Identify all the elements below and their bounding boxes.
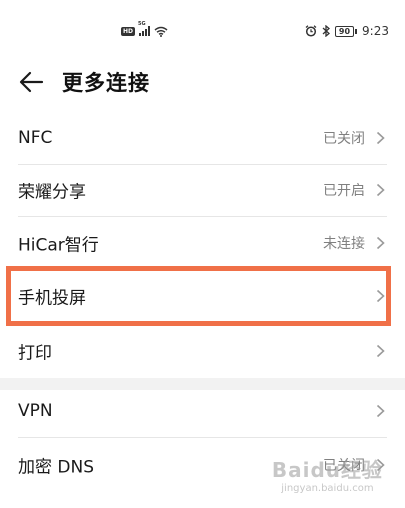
list-item-label: 加密 DNS [18,457,95,478]
battery-icon: 90 [334,25,358,37]
list-item-honor-share[interactable]: 荣耀分享 已开启 [18,165,387,215]
chevron-right-icon [376,236,385,250]
wifi-icon [154,26,168,37]
list-item-label: 手机投屏 [18,288,86,309]
chevron-right-icon [376,344,385,358]
divider [18,216,387,217]
list-item-label: 荣耀分享 [18,182,86,203]
status-bar: HD 5G 90 9:23 [0,0,405,38]
bluetooth-icon [322,25,330,37]
list-item-label: 打印 [18,343,52,364]
watermark-url: jingyan.baidu.com [281,483,374,494]
chevron-right-icon [376,131,385,145]
chevron-right-icon [376,404,385,418]
app-header: 更多连接 [0,60,405,104]
network-type: 5G [138,21,146,27]
arrow-left-icon[interactable] [18,69,44,95]
status-bar-left: HD 5G [121,21,168,37]
status-bar-right: 90 9:23 [305,24,389,38]
watermark-logo: Baidu经验 [271,458,383,482]
hd-badge: HD [121,26,136,36]
list-item-value: 已开启 [323,183,365,199]
list-item-hicar[interactable]: HiCar智行 未连接 [18,218,387,268]
chevron-right-icon [376,289,385,303]
list-item-nfc[interactable]: NFC 已关闭 [18,113,387,163]
list-item-value: 未连接 [323,236,365,252]
list-item-value: 已关闭 [323,131,365,147]
clock-time: 9:23 [362,24,389,38]
cellular-signal-icon: 5G [138,21,151,36]
list-item-print[interactable]: 打印 [18,326,387,376]
divider [18,437,387,438]
chevron-right-icon [376,183,385,197]
alarm-icon [305,25,317,37]
list-item-label: VPN [18,401,53,421]
page-title: 更多连接 [62,71,150,95]
list-item-vpn[interactable]: VPN [18,386,387,436]
list-item-label: HiCar智行 [18,235,99,256]
list-item-screen-projection[interactable]: 手机投屏 [18,271,387,321]
list-item-label: NFC [18,128,53,148]
watermark: Baidu经验 jingyan.baidu.com [272,454,383,494]
